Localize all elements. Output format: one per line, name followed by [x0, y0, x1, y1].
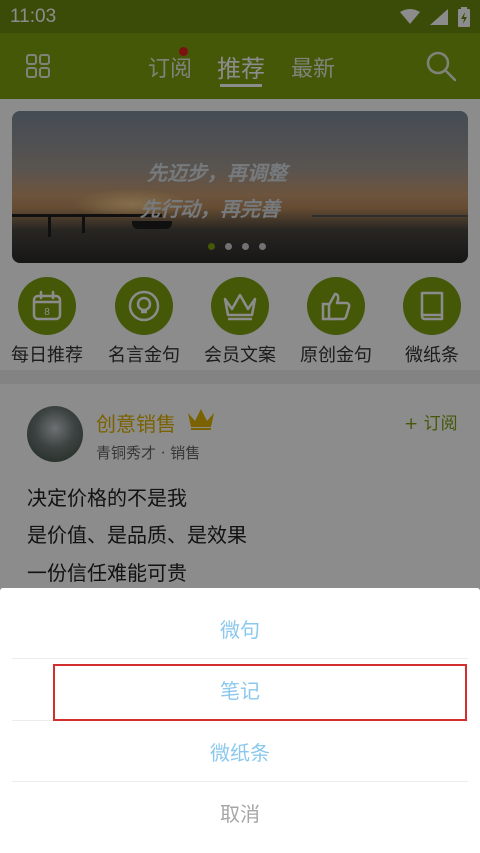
highlight-box	[53, 664, 467, 721]
sheet-cancel-button[interactable]: 取消	[0, 782, 480, 843]
sheet-option-micro-sentence[interactable]: 微句	[0, 598, 480, 659]
sheet-option-micro-notes[interactable]: 微纸条	[0, 721, 480, 782]
